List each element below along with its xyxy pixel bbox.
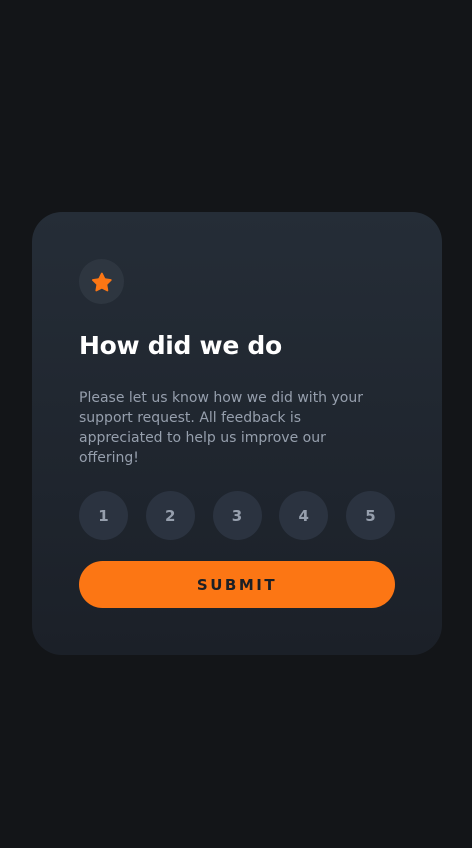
rating-button-5[interactable]: 5 bbox=[346, 491, 395, 540]
star-icon-badge bbox=[79, 259, 124, 304]
rating-button-4[interactable]: 4 bbox=[279, 491, 329, 540]
rating-button-2[interactable]: 2 bbox=[145, 491, 195, 540]
card-title: How did we do bbox=[79, 331, 282, 360]
submit-button[interactable]: SUBMIT bbox=[79, 561, 395, 608]
rating-options: 1 2 3 4 5 bbox=[79, 491, 395, 541]
rating-button-1[interactable]: 1 bbox=[79, 491, 128, 540]
card-description: Please let us know how we did with your … bbox=[79, 390, 363, 466]
rating-button-3[interactable]: 3 bbox=[212, 491, 262, 540]
rating-card: How did we do Please let us know how we … bbox=[32, 212, 442, 655]
star-icon bbox=[91, 272, 112, 291]
